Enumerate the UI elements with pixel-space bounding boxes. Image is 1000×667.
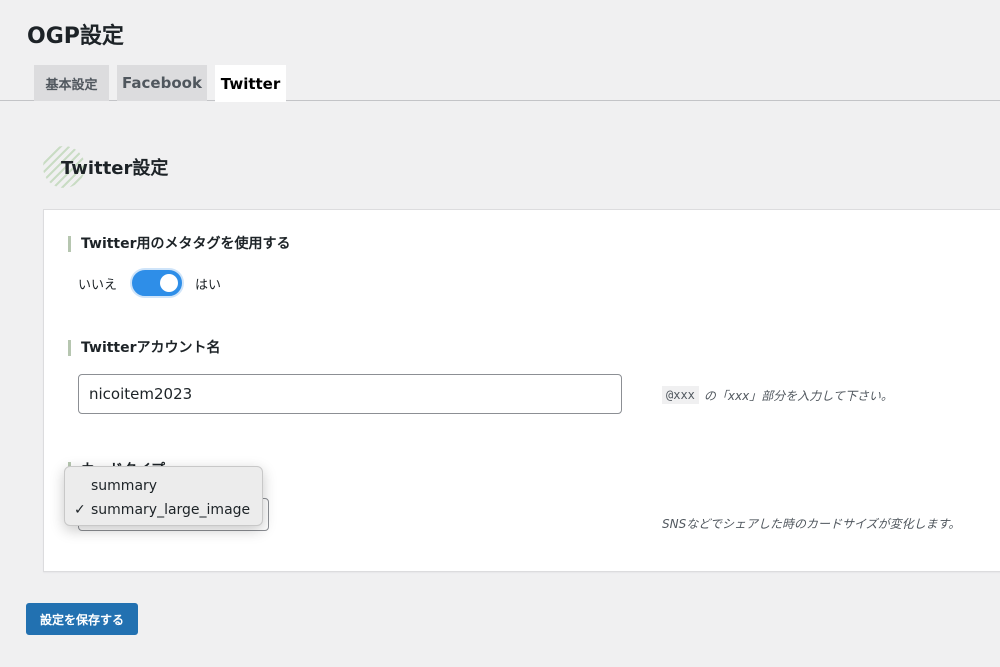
account-input[interactable]: [78, 374, 622, 414]
checkmark-icon: ✓: [74, 502, 86, 518]
tab-basic-settings[interactable]: 基本設定: [34, 65, 109, 101]
meta-tag-toggle-row: いいえ はい: [78, 268, 221, 298]
tab-bar: 基本設定 Facebook Twitter: [0, 65, 1000, 102]
option-label: summary: [91, 478, 158, 494]
toggle-off-label: いいえ: [78, 277, 118, 293]
section-title: Twitter設定: [61, 158, 169, 179]
toggle-on-label: はい: [195, 277, 222, 293]
toggle-knob: [160, 274, 179, 292]
account-help-text: の「xxx」部分を入力して下さい。: [703, 388, 893, 403]
account-label: Twitterアカウント名: [68, 340, 221, 356]
tab-facebook[interactable]: Facebook: [117, 65, 207, 101]
meta-tag-label: Twitter用のメタタグを使用する: [68, 236, 291, 252]
tab-twitter[interactable]: Twitter: [215, 65, 286, 102]
card-type-help: SNSなどでシェアした時のカードサイズが変化します。: [662, 517, 961, 531]
meta-tag-toggle[interactable]: [130, 268, 185, 298]
account-help: @xxx の「xxx」部分を入力して下さい。: [662, 386, 893, 404]
account-help-code: @xxx: [662, 386, 699, 404]
option-summary[interactable]: summary: [65, 474, 262, 498]
card-type-dropdown: summary ✓ summary_large_image: [64, 466, 263, 526]
section-header: Twitter設定: [43, 146, 168, 188]
page-title: OGP設定: [27, 24, 124, 49]
option-label: summary_large_image: [91, 502, 251, 518]
save-settings-button[interactable]: 設定を保存する: [26, 603, 138, 635]
option-summary-large-image[interactable]: ✓ summary_large_image: [65, 498, 262, 522]
